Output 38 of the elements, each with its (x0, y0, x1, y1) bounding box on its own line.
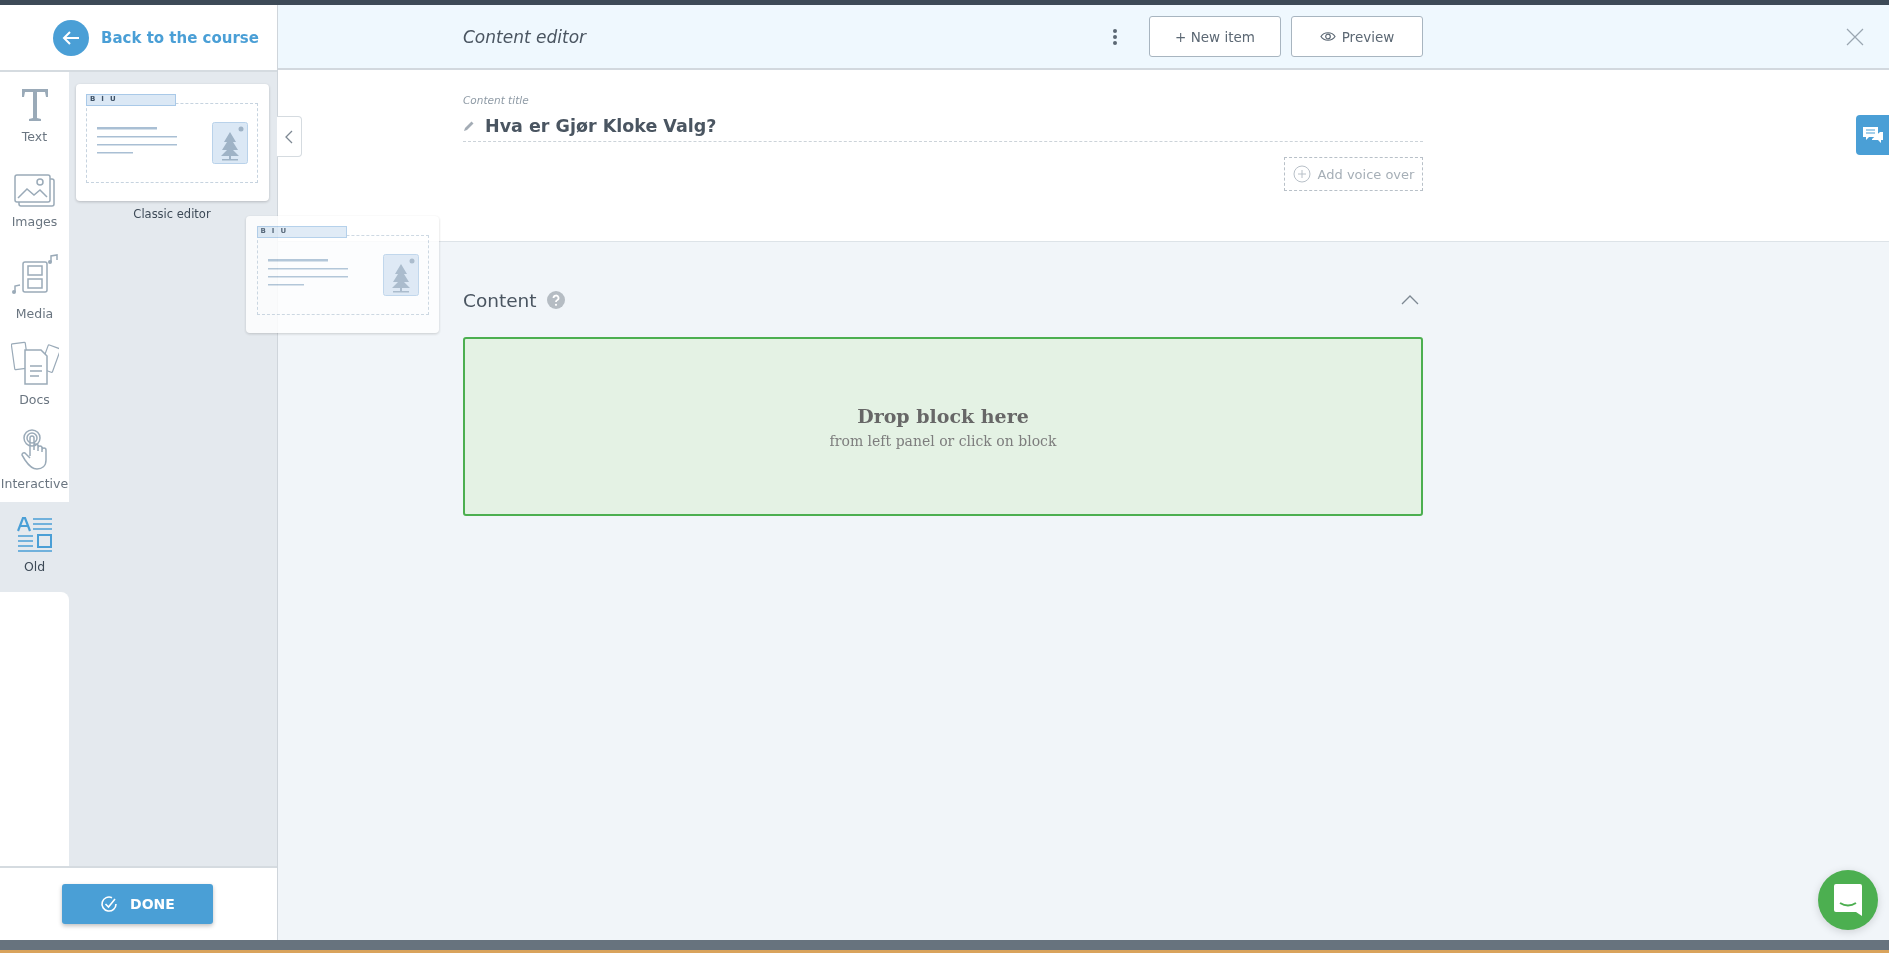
check-circle-icon (100, 895, 119, 913)
editor-title: Content editor (463, 26, 588, 47)
kebab-icon (1113, 28, 1117, 45)
chat-icon (1861, 126, 1884, 144)
eye-icon (1319, 31, 1336, 42)
back-link[interactable]: Back to the course (101, 28, 259, 47)
drop-zone-hint: from left panel or click on block (829, 432, 1057, 449)
drop-zone-title: Drop block here (857, 404, 1029, 427)
plus-circle-icon (1292, 165, 1311, 183)
chevron-left-icon (285, 129, 293, 144)
category-tab[interactable]: Media (0, 244, 69, 330)
pencil-icon (463, 120, 475, 132)
preview-button[interactable]: Preview (1291, 16, 1423, 57)
section-heading: Content (463, 289, 537, 311)
close-button[interactable] (1846, 27, 1864, 46)
category-tab[interactable]: Docs (0, 330, 69, 416)
category-tab[interactable]: Images (0, 158, 69, 244)
block-label: Classic editor (133, 207, 211, 221)
close-icon (1846, 27, 1864, 46)
feedback-tab[interactable] (1856, 115, 1889, 155)
smile-message-icon (1834, 884, 1862, 916)
help-icon[interactable] (546, 291, 565, 309)
done-button[interactable]: DONE (62, 884, 213, 924)
title-field[interactable]: Hva er Gjør Kloke Valg? (463, 116, 1423, 142)
new-item-button[interactable]: + New item (1149, 16, 1281, 57)
documents-icon (10, 339, 59, 386)
image-placeholder-icon (212, 121, 248, 164)
collapse-panel-button[interactable] (277, 116, 302, 157)
field-label: Content title (463, 93, 530, 106)
drop-zone[interactable]: Drop block here from left panel or click on block (463, 337, 1423, 516)
category-tab[interactable]: Interactive (0, 416, 69, 502)
category-tab[interactable]: Text (0, 72, 69, 158)
chat-button[interactable] (1818, 870, 1878, 930)
images-icon (13, 173, 56, 208)
image-placeholder-icon (382, 253, 419, 296)
chevron-up-icon (1401, 295, 1419, 305)
text-layout-icon (16, 516, 53, 553)
serif-t-icon (19, 86, 50, 123)
